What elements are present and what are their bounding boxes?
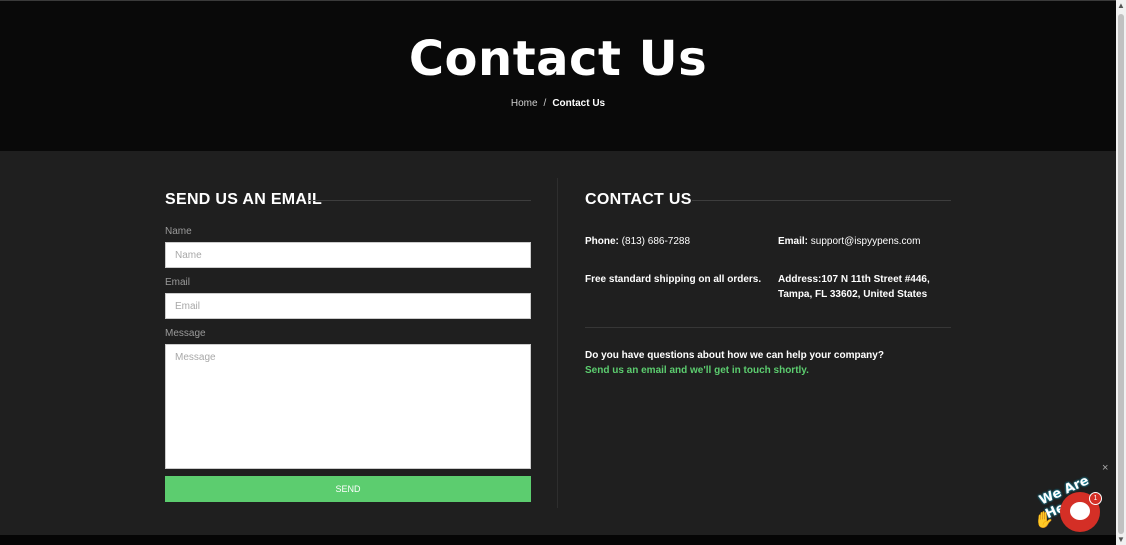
breadcrumb-current: Contact Us bbox=[552, 98, 606, 109]
contact-section-title: CONTACT US bbox=[585, 191, 692, 208]
email-label: Email bbox=[165, 277, 191, 288]
contact-question: Do you have questions about how we can h… bbox=[585, 348, 884, 378]
form-section-title: SEND US AN EMAIL bbox=[165, 191, 323, 208]
email-info-value: support@ispyypens.com bbox=[810, 236, 921, 247]
message-label: Message bbox=[165, 328, 206, 339]
chat-widget[interactable]: × We Are Here! ✋ 1 bbox=[1034, 462, 1116, 534]
send-button[interactable]: SEND bbox=[165, 476, 531, 502]
phone-label: Phone: bbox=[585, 236, 619, 247]
scroll-up-icon[interactable]: ▲ bbox=[1117, 1, 1125, 10]
phone-info: Phone: (813) 686-7288 bbox=[585, 234, 690, 249]
page-scrollbar[interactable]: ▲ ▼ bbox=[1116, 0, 1126, 545]
address-info: Address:107 N 11th Street #446, Tampa, F… bbox=[778, 272, 953, 302]
email-info: Email: support@ispyypens.com bbox=[778, 234, 920, 249]
footer-strip bbox=[0, 535, 1116, 545]
shipping-info: Free standard shipping on all orders. bbox=[585, 274, 762, 285]
address-label: Address: bbox=[778, 274, 822, 285]
breadcrumb-separator: / bbox=[543, 98, 547, 109]
contact-title-divider bbox=[692, 200, 951, 201]
phone-value: (813) 686-7288 bbox=[621, 236, 691, 247]
contact-cta: Send us an email and we'll get in touch … bbox=[585, 365, 809, 376]
page-title: Contact Us bbox=[408, 31, 708, 87]
question-text: Do you have questions about how we can h… bbox=[585, 350, 884, 361]
email-info-label: Email: bbox=[778, 236, 809, 247]
breadcrumb: Home / Contact Us bbox=[0, 98, 1116, 109]
breadcrumb-home-link[interactable]: Home bbox=[511, 98, 538, 109]
column-divider bbox=[557, 178, 558, 508]
name-input[interactable] bbox=[165, 242, 531, 268]
form-title-divider bbox=[309, 200, 531, 201]
page-hero: Contact Us Home / Contact Us bbox=[0, 0, 1116, 151]
chat-notification-badge: 1 bbox=[1089, 492, 1102, 505]
email-input[interactable] bbox=[165, 293, 531, 319]
name-label: Name bbox=[165, 226, 192, 237]
message-textarea[interactable] bbox=[165, 344, 531, 469]
info-divider bbox=[585, 327, 951, 328]
scroll-down-icon[interactable]: ▼ bbox=[1117, 535, 1125, 544]
waving-hand-icon: ✋ bbox=[1034, 512, 1054, 529]
contact-section: SEND US AN EMAIL Name Email Message SEND… bbox=[0, 151, 1116, 535]
chat-bubble-icon bbox=[1070, 502, 1090, 520]
scrollbar-thumb[interactable] bbox=[1118, 14, 1124, 534]
